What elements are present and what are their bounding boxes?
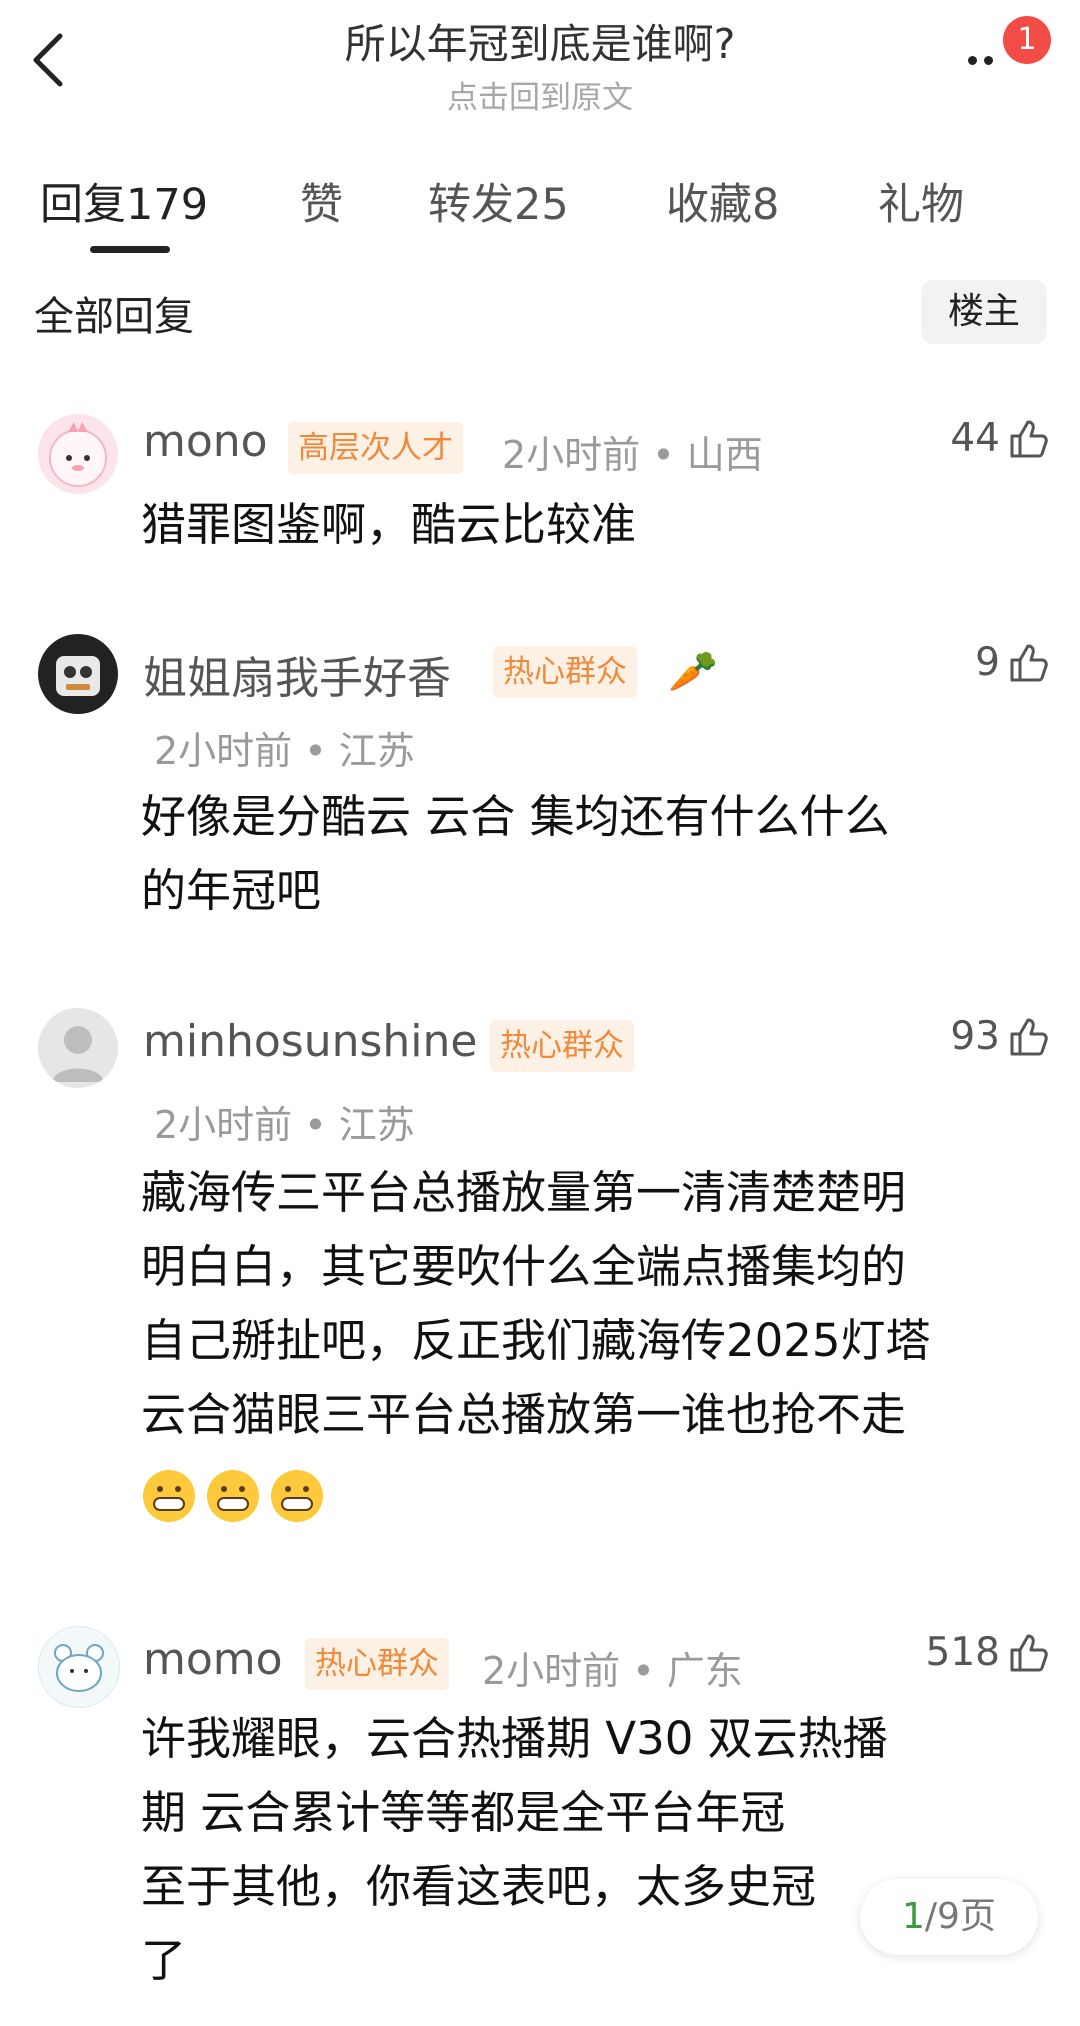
notification-badge[interactable]: 1 (1003, 16, 1051, 64)
comment-line: 好像是分酷云 云合 集均还有什么什么 (141, 790, 890, 843)
bear-avatar-icon (54, 1644, 104, 1692)
tab-reposts-label: 转发 (428, 180, 514, 230)
thumbs-up-icon (1010, 1018, 1048, 1055)
like-count: 44 (950, 416, 1000, 461)
tab-gifts[interactable]: 礼物 (878, 170, 964, 232)
current-page: 1 (902, 1896, 925, 1937)
user-badge: 热心群众 (493, 646, 637, 698)
comment-time: 2小时前 (502, 433, 641, 477)
grin-emoji-icon (271, 1470, 323, 1522)
avatar[interactable] (38, 1626, 120, 1708)
like-button[interactable]: 518 (926, 1630, 1050, 1675)
comment-text: 藏海传三平台总播放量第一清清楚楚明 明白白，其它要吹什么全端点播集均的 自己掰扯… (141, 1156, 1041, 1530)
comment-location: 山西 (686, 433, 763, 477)
user-badge: 热心群众 (305, 1638, 449, 1690)
comment-line: 猎罪图鉴啊，酷云比较准 (141, 498, 637, 551)
comment-location: 江苏 (338, 729, 415, 773)
tab-reposts-count: 25 (514, 180, 569, 230)
tab-likes[interactable]: 赞 (300, 170, 343, 232)
comment-location: 江苏 (338, 1103, 415, 1147)
like-button[interactable]: 93 (950, 1014, 1050, 1059)
username[interactable]: momo (143, 1634, 283, 1685)
comment-meta: 2小时前 • 江苏 (154, 1103, 415, 1147)
comment-line: 云合猫眼三平台总播放第一谁也抢不走 (141, 1388, 907, 1441)
username[interactable]: minhosunshine (143, 1016, 477, 1067)
like-button[interactable]: 44 (950, 416, 1050, 461)
user-badge: 热心群众 (490, 1020, 634, 1072)
robot-avatar-icon (56, 656, 100, 696)
back-to-original-link[interactable]: 点击回到原文 (0, 72, 1080, 117)
pink-mascot-avatar-icon (49, 422, 107, 487)
comment-text: 猎罪图鉴啊，酷云比较准 (141, 488, 1041, 562)
all-replies-title: 全部回复 (34, 294, 194, 340)
user-badge: 高层次人才 (288, 422, 463, 474)
more-options-icon[interactable] (962, 40, 1006, 70)
top-nav-bar: 所以年冠到底是谁啊? 点击回到原文 1 (0, 0, 1080, 130)
username[interactable]: mono (143, 416, 268, 467)
op-only-filter-button[interactable]: 楼主 (921, 280, 1047, 344)
comment-line: 明白白，其它要吹什么全端点播集均的 (141, 1240, 907, 1293)
tab-likes-label: 赞 (300, 180, 343, 230)
page-indicator[interactable]: 1/9页 (860, 1879, 1038, 1955)
reply-tabs: 回复179 赞 转发25 收藏8 礼物 (0, 160, 1080, 260)
post-title[interactable]: 所以年冠到底是谁啊? (0, 10, 1080, 70)
grin-emoji-icon (143, 1470, 195, 1522)
tab-favorites-count: 8 (752, 180, 780, 230)
username[interactable]: 姐姐扇我手好香 (143, 642, 451, 706)
avatar[interactable] (38, 1008, 118, 1088)
section-bar: 全部回复 楼主 (0, 270, 1080, 370)
like-count: 518 (925, 1630, 1000, 1675)
tab-favorites-label: 收藏 (666, 180, 752, 230)
avatar[interactable] (38, 634, 118, 714)
comment-line: 许我耀眼，云合热播期 V30 双云热播 (141, 1712, 888, 1765)
thumbs-up-icon (1010, 644, 1048, 681)
like-count: 9 (975, 640, 1000, 685)
grin-emoji-icon (207, 1470, 259, 1522)
tab-gifts-label: 礼物 (878, 180, 964, 230)
comment-location: 广东 (666, 1649, 743, 1693)
comment-text: 好像是分酷云 云合 集均还有什么什么 的年冠吧 (141, 780, 1041, 928)
comment-time: 2小时前 (482, 1649, 621, 1693)
comment-time: 2小时前 (154, 1103, 293, 1147)
avatar[interactable] (38, 414, 118, 494)
total-pages: /9页 (924, 1896, 996, 1937)
active-tab-indicator (90, 246, 170, 253)
tab-favorites[interactable]: 收藏8 (666, 170, 779, 232)
comment-time: 2小时前 (154, 729, 293, 773)
comment-line: 期 云合累计等等都是全平台年冠 (141, 1786, 786, 1839)
tab-replies-count: 179 (126, 180, 209, 230)
thumbs-up-icon (1010, 420, 1048, 457)
comment-meta: 2小时前 • 山西 (502, 433, 763, 477)
comment-meta: 2小时前 • 广东 (482, 1649, 743, 1693)
comment-meta: 2小时前 • 江苏 (154, 729, 415, 773)
comment-line: 自己掰扯吧，反正我们藏海传2025灯塔 (141, 1314, 931, 1367)
like-count: 93 (950, 1014, 1000, 1059)
carrot-icon: 🥕 (668, 649, 718, 695)
like-button[interactable]: 9 (975, 640, 1050, 685)
tab-reposts[interactable]: 转发25 (428, 170, 569, 232)
comment-line: 藏海传三平台总播放量第一清清楚楚明 (141, 1166, 907, 1219)
tab-replies-label: 回复 (40, 180, 126, 230)
thumbs-up-icon (1010, 1634, 1048, 1671)
emoji-row (141, 1456, 1041, 1530)
comment-line: 的年冠吧 (141, 864, 322, 917)
default-user-avatar-icon (52, 1026, 104, 1082)
tab-replies[interactable]: 回复179 (40, 170, 208, 232)
